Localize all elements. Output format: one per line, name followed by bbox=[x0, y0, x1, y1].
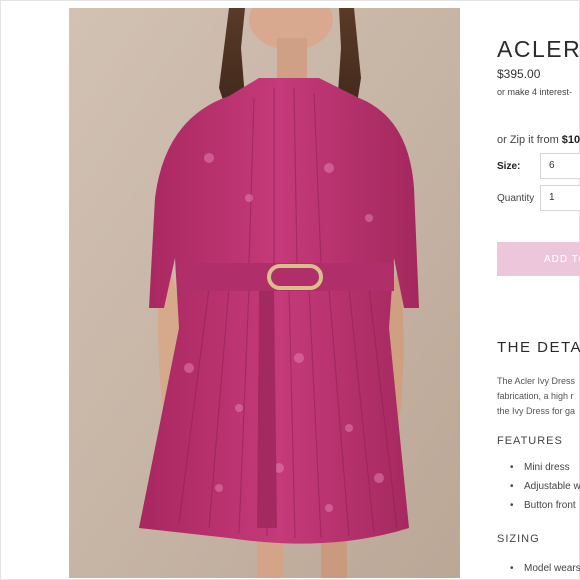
zip-amount: $10 bbox=[561, 134, 580, 146]
sizing-item: Model wears bbox=[497, 563, 580, 574]
quantity-label: Quantity bbox=[497, 193, 535, 204]
feature-item: Button front bbox=[497, 500, 580, 519]
details-heading: THE DETA bbox=[497, 339, 580, 356]
description-line: The Acler Ivy Dress bbox=[497, 376, 576, 386]
details-description: The Acler Ivy Dress fabrication, a high … bbox=[497, 374, 575, 419]
product-info: ACLER I $395.00 or make 4 interest- or Z… bbox=[497, 0, 580, 580]
description-line: fabrication, a high r bbox=[497, 391, 574, 401]
features-list: Mini dress Adjustable w Button front bbox=[497, 462, 580, 519]
quantity-value: 1 bbox=[549, 192, 555, 203]
product-image[interactable] bbox=[69, 8, 460, 578]
zip-prefix: or Zip it from bbox=[497, 134, 562, 146]
feature-item: Adjustable w bbox=[497, 481, 580, 500]
quantity-input[interactable]: 1 bbox=[540, 185, 580, 211]
size-value: 6 bbox=[549, 160, 555, 171]
size-select[interactable]: 6 bbox=[540, 153, 580, 179]
product-price: $395.00 bbox=[497, 67, 541, 81]
feature-item: Mini dress bbox=[497, 462, 580, 481]
description-line: the Ivy Dress for ga bbox=[497, 406, 576, 416]
features-heading: FEATURES bbox=[497, 435, 563, 447]
sizing-list: Model wears bbox=[497, 563, 580, 574]
add-to-cart-button[interactable]: ADD TO bbox=[497, 242, 580, 276]
size-label: Size: bbox=[497, 161, 521, 172]
product-title: ACLER I bbox=[497, 36, 580, 62]
zip-note: or Zip it from $10 bbox=[497, 134, 580, 146]
afterpay-note[interactable]: or make 4 interest- bbox=[497, 87, 572, 97]
sizing-heading: SIZING bbox=[497, 533, 540, 545]
